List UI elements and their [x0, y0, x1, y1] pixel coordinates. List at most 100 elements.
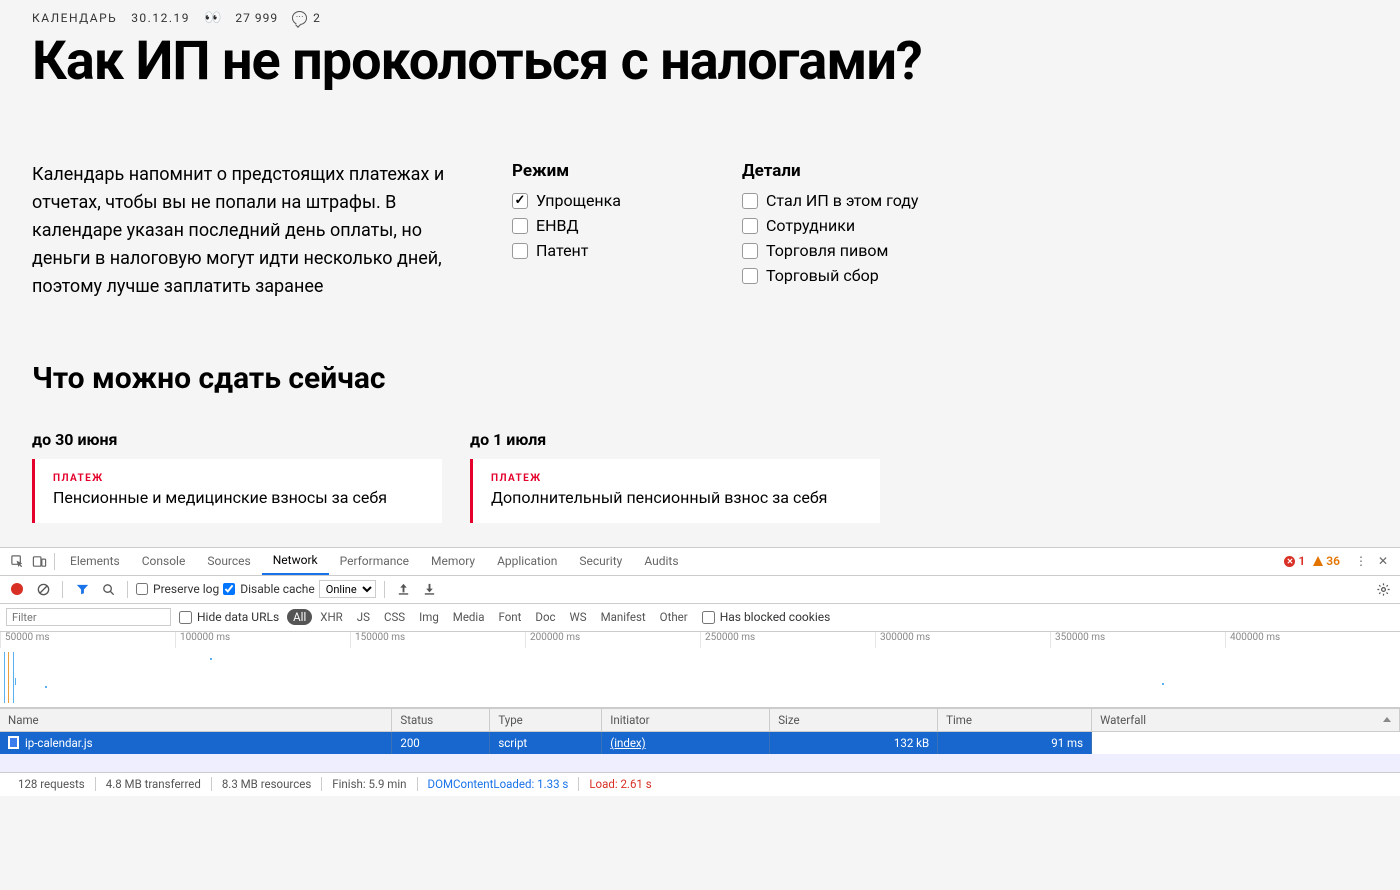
checkbox-label: Патент: [536, 241, 588, 260]
devtools-tab[interactable]: Memory: [420, 547, 486, 575]
network-table: NameStatusTypeInitiatorSizeTimeWaterfall…: [0, 708, 1400, 772]
hide-data-urls-checkbox[interactable]: Hide data URLs: [179, 610, 279, 624]
timeline-tick: 200000 ms: [525, 632, 700, 648]
comments-count: 2: [313, 11, 321, 25]
close-icon[interactable]: ✕: [1372, 550, 1394, 572]
column-header[interactable]: Name: [0, 708, 392, 731]
type-filter-pill[interactable]: CSS: [378, 609, 411, 625]
timeline-overview[interactable]: 50000 ms100000 ms150000 ms200000 ms25000…: [0, 632, 1400, 708]
section-heading: Что можно сдать сейчас: [32, 361, 1368, 396]
download-icon[interactable]: [419, 578, 441, 600]
timeline-tick: 300000 ms: [875, 632, 1050, 648]
error-badge[interactable]: ✕1: [1284, 554, 1305, 568]
detail-checkbox[interactable]: Торговля пивом: [742, 241, 918, 260]
record-icon[interactable]: [6, 578, 28, 600]
mode-checkbox[interactable]: ЕНВД: [512, 216, 682, 235]
blocked-cookies-checkbox[interactable]: Has blocked cookies: [702, 610, 831, 624]
kebab-icon[interactable]: ⋮: [1350, 550, 1372, 572]
devtools-tab[interactable]: Security: [568, 547, 633, 575]
column-header[interactable]: Type: [490, 708, 602, 731]
filter-icon[interactable]: [71, 578, 93, 600]
checkbox-label: Стал ИП в этом году: [766, 191, 918, 210]
devtools-tab[interactable]: Network: [262, 547, 329, 575]
column-header[interactable]: Initiator: [602, 708, 770, 731]
type-filter-pill[interactable]: Other: [654, 609, 694, 625]
intro-paragraph: Календарь напомнит о предстоящих платежа…: [32, 161, 452, 300]
type-filter-pill[interactable]: Doc: [529, 609, 561, 625]
devtools-tab[interactable]: Audits: [633, 547, 689, 575]
type-filter-pill[interactable]: JS: [351, 609, 376, 625]
mode-heading: Режим: [512, 161, 682, 181]
inspect-icon[interactable]: [6, 550, 28, 572]
file-icon: [8, 736, 19, 749]
devtools-tab[interactable]: Elements: [59, 547, 131, 575]
detail-checkbox[interactable]: Торговый сбор: [742, 266, 918, 285]
type-filter-pill[interactable]: WS: [564, 609, 593, 625]
timeline-tick: 50000 ms: [0, 632, 175, 648]
due-label: до 1 июля: [470, 430, 880, 449]
type-filter-pill[interactable]: Media: [447, 609, 491, 625]
column-header[interactable]: Status: [392, 708, 490, 731]
warning-badge[interactable]: 36: [1313, 554, 1340, 568]
eyes-icon: 👀: [204, 10, 221, 26]
mode-group: Режим Упрощенка ЕНВД Патент: [512, 161, 682, 300]
devtools-tab[interactable]: Application: [486, 547, 568, 575]
warning-icon: [1313, 556, 1323, 566]
detail-checkbox[interactable]: Стал ИП в этом году: [742, 191, 918, 210]
timeline-tick: 400000 ms: [1225, 632, 1400, 648]
card-title: Дополнительный пенсионный взнос за себя: [491, 488, 862, 507]
date-label: 30.12.19: [131, 11, 190, 25]
disable-cache-checkbox[interactable]: Disable cache: [223, 582, 315, 596]
details-group: Детали Стал ИП в этом году Сотрудники Торг…: [742, 161, 918, 300]
detail-checkbox[interactable]: Сотрудники: [742, 216, 918, 235]
timeline-tick: 150000 ms: [350, 632, 525, 648]
page-title: Как ИП не проколоться с налогами?: [32, 32, 1368, 91]
timeline-tick: 350000 ms: [1050, 632, 1225, 648]
type-filter-pill[interactable]: Img: [413, 609, 445, 625]
checkbox-icon: [742, 193, 758, 209]
devtools-panel: ElementsConsoleSourcesNetworkPerformance…: [0, 547, 1400, 796]
clear-icon[interactable]: [32, 578, 54, 600]
checkbox-icon: [742, 218, 758, 234]
search-icon[interactable]: [97, 578, 119, 600]
table-row[interactable]: ip-calendar.js 200 script (index) 132 kB…: [0, 731, 1400, 754]
comments-link[interactable]: 2: [292, 11, 321, 25]
preserve-log-checkbox[interactable]: Preserve log: [136, 582, 219, 596]
card-tag: ПЛАТЕЖ: [53, 473, 424, 484]
checkbox-label: Сотрудники: [766, 216, 855, 235]
timeline-tick: 100000 ms: [175, 632, 350, 648]
card-tag: ПЛАТЕЖ: [491, 473, 862, 484]
column-header[interactable]: Time: [938, 708, 1092, 731]
devtools-tab[interactable]: Console: [131, 547, 197, 575]
column-header[interactable]: Waterfall: [1092, 708, 1400, 731]
category-label[interactable]: КАЛЕНДАРЬ: [32, 11, 117, 25]
type-filter-pill[interactable]: Font: [492, 609, 527, 625]
device-toggle-icon[interactable]: [28, 550, 50, 572]
devtools-tab[interactable]: Performance: [329, 547, 420, 575]
filter-input[interactable]: [6, 608, 171, 626]
type-filter-pill[interactable]: XHR: [314, 609, 349, 625]
type-filter-pill[interactable]: Manifest: [595, 609, 652, 625]
devtools-tab[interactable]: Sources: [196, 547, 261, 575]
upload-icon[interactable]: [393, 578, 415, 600]
card-title: Пенсионные и медицинские взносы за себя: [53, 488, 424, 507]
due-label: до 30 июня: [32, 430, 442, 449]
throttle-select[interactable]: Online: [319, 580, 376, 598]
checkbox-icon: [742, 243, 758, 259]
details-heading: Детали: [742, 161, 918, 181]
table-row[interactable]: [0, 754, 1400, 772]
checkbox-icon: [742, 268, 758, 284]
mode-checkbox[interactable]: Упрощенка: [512, 191, 682, 210]
payment-card[interactable]: ПЛАТЕЖ Дополнительный пенсионный взнос за…: [470, 459, 880, 523]
network-summary: 128 requests 4.8 MB transferred 8.3 MB r…: [0, 772, 1400, 796]
mode-checkbox[interactable]: Патент: [512, 241, 682, 260]
checkbox-label: ЕНВД: [536, 216, 579, 235]
gear-icon[interactable]: [1372, 578, 1394, 600]
timeline-tick: 250000 ms: [700, 632, 875, 648]
column-header[interactable]: Size: [770, 708, 938, 731]
type-filter-pill[interactable]: All: [287, 609, 312, 625]
initiator-link[interactable]: (index): [610, 736, 645, 750]
payment-card[interactable]: ПЛАТЕЖ Пенсионные и медицинские взносы за…: [32, 459, 442, 523]
views-count: 27 999: [235, 11, 278, 25]
checkbox-label: Упрощенка: [536, 191, 621, 210]
